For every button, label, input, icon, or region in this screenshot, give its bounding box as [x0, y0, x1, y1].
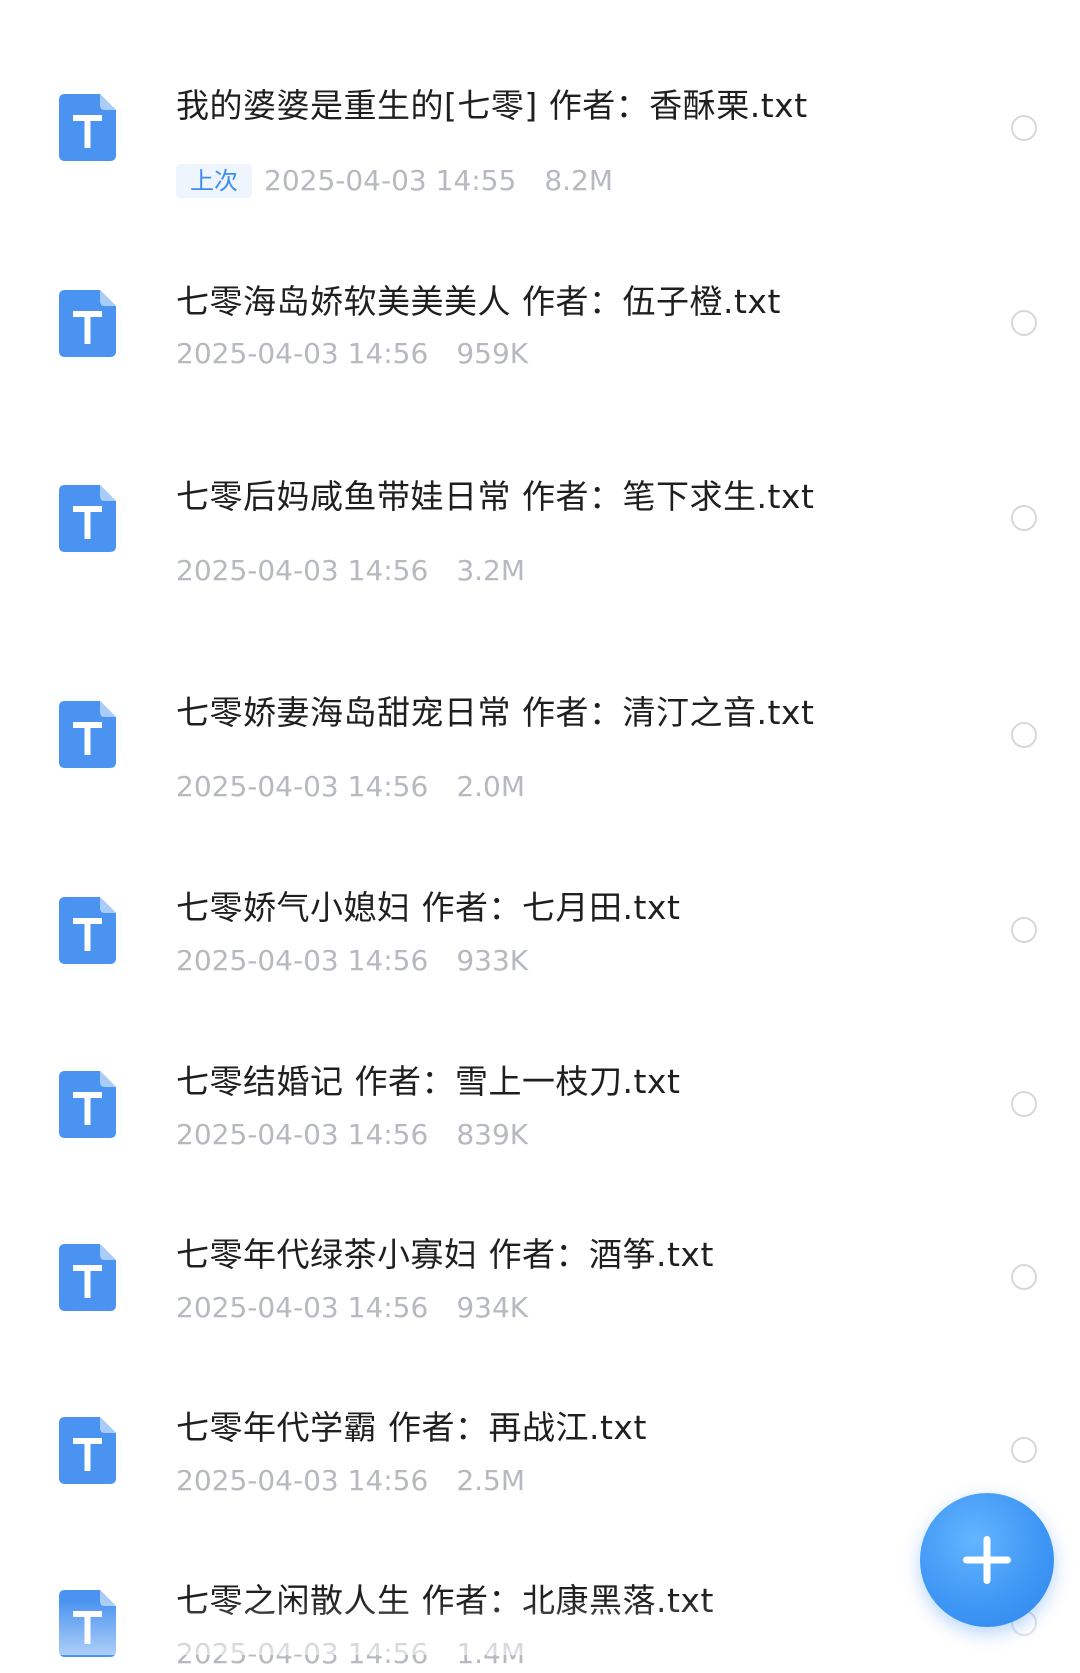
txt-file-icon [59, 1417, 116, 1484]
file-meta: 2025-04-03 14:56 959K [176, 335, 528, 373]
txt-file-icon [59, 1071, 116, 1138]
file-size: 959K [456, 337, 529, 370]
file-date: 2025-04-03 14:56 [176, 944, 429, 977]
file-meta: 上次 2025-04-03 14:55 8.2M [176, 162, 613, 200]
file-name: 我的婆婆是重生的[七零] 作者：香酥栗.txt [176, 86, 808, 125]
file-size: 839K [456, 1118, 529, 1151]
file-meta: 2025-04-03 14:56 933K [176, 942, 528, 980]
file-size: 933K [456, 944, 529, 977]
txt-file-icon [59, 290, 116, 357]
file-date: 2025-04-03 14:55 [264, 164, 517, 197]
select-radio[interactable] [1011, 722, 1037, 748]
txt-file-icon [59, 897, 116, 964]
file-name: 七零娇气小媳妇 作者：七月田.txt [176, 888, 681, 927]
file-row[interactable]: 七零年代学霸 作者：再战江.txt 2025-04-03 14:56 2.5M [0, 1370, 1080, 1545]
file-meta: 2025-04-03 14:56 1.4M [176, 1635, 525, 1673]
file-date: 2025-04-03 14:56 [176, 1637, 429, 1670]
select-radio[interactable] [1011, 1437, 1037, 1463]
file-date: 2025-04-03 14:56 [176, 337, 429, 370]
select-radio[interactable] [1011, 1091, 1037, 1117]
plus-icon [963, 1536, 1011, 1584]
file-row[interactable]: 七零年代绿茶小寡妇 作者：酒筝.txt 2025-04-03 14:56 934… [0, 1200, 1080, 1370]
file-meta: 2025-04-03 14:56 839K [176, 1116, 528, 1154]
file-row[interactable]: 七零结婚记 作者：雪上一枝刀.txt 2025-04-03 14:56 839K [0, 1025, 1080, 1200]
file-date: 2025-04-03 14:56 [176, 1291, 429, 1324]
file-size: 2.5M [456, 1464, 526, 1497]
file-name: 七零娇妻海岛甜宠日常 作者：清汀之音.txt [176, 693, 815, 732]
file-size: 3.2M [456, 554, 526, 587]
file-row[interactable]: 我的婆婆是重生的[七零] 作者：香酥栗.txt 上次 2025-04-03 14… [0, 0, 1080, 250]
file-size: 1.4M [456, 1637, 526, 1670]
select-radio[interactable] [1011, 115, 1037, 141]
file-name: 七零之闲散人生 作者：北康黑落.txt [176, 1581, 714, 1620]
file-row[interactable]: 七零海岛娇软美美美人 作者：伍子橙.txt 2025-04-03 14:56 9… [0, 250, 1080, 440]
file-name: 七零年代学霸 作者：再战江.txt [176, 1408, 647, 1447]
add-file-button[interactable] [920, 1493, 1054, 1627]
file-name: 七零海岛娇软美美美人 作者：伍子橙.txt [176, 282, 781, 321]
file-row[interactable]: 七零娇妻海岛甜宠日常 作者：清汀之音.txt 2025-04-03 14:56 … [0, 650, 1080, 850]
file-date: 2025-04-03 14:56 [176, 1118, 429, 1151]
select-radio[interactable] [1011, 1264, 1037, 1290]
file-date: 2025-04-03 14:56 [176, 554, 429, 587]
file-name: 七零年代绿茶小寡妇 作者：酒筝.txt [176, 1235, 714, 1274]
txt-file-icon [59, 701, 116, 768]
file-meta: 2025-04-03 14:56 934K [176, 1289, 528, 1327]
txt-file-icon [59, 94, 116, 161]
file-meta: 2025-04-03 14:56 2.5M [176, 1462, 525, 1500]
file-row[interactable]: 七零后妈咸鱼带娃日常 作者：笔下求生.txt 2025-04-03 14:56 … [0, 440, 1080, 650]
last-opened-badge: 上次 [176, 164, 252, 198]
select-radio[interactable] [1011, 505, 1037, 531]
file-date: 2025-04-03 14:56 [176, 1464, 429, 1497]
file-meta: 2025-04-03 14:56 2.0M [176, 768, 525, 806]
select-radio[interactable] [1011, 310, 1037, 336]
txt-file-icon [59, 1244, 116, 1311]
file-name: 七零后妈咸鱼带娃日常 作者：笔下求生.txt [176, 477, 815, 516]
file-size: 2.0M [456, 770, 526, 803]
select-radio[interactable] [1011, 917, 1037, 943]
file-size: 8.2M [544, 164, 614, 197]
file-date: 2025-04-03 14:56 [176, 770, 429, 803]
file-list: 我的婆婆是重生的[七零] 作者：香酥栗.txt 上次 2025-04-03 14… [0, 0, 1080, 1670]
file-row[interactable]: 七零之闲散人生 作者：北康黑落.txt 2025-04-03 14:56 1.4… [0, 1545, 1080, 1670]
txt-file-icon [59, 1590, 116, 1657]
file-meta: 2025-04-03 14:56 3.2M [176, 552, 525, 590]
file-row[interactable]: 七零娇气小媳妇 作者：七月田.txt 2025-04-03 14:56 933K [0, 850, 1080, 1025]
file-size: 934K [456, 1291, 529, 1324]
file-name: 七零结婚记 作者：雪上一枝刀.txt [176, 1062, 681, 1101]
txt-file-icon [59, 485, 116, 552]
